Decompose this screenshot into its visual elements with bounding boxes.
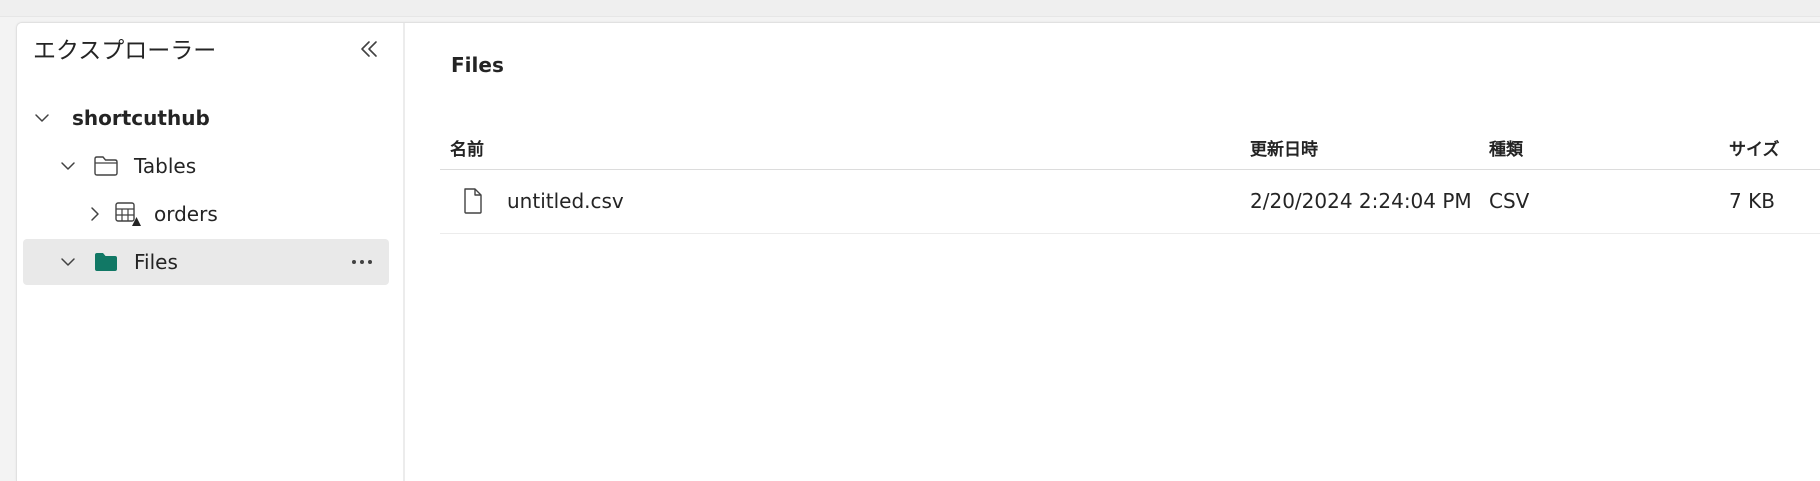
tree-item-label: shortcuthub <box>72 106 210 130</box>
column-header-size[interactable]: サイズ <box>1729 135 1780 160</box>
file-type: CSV <box>1489 189 1530 213</box>
file-size: 7 KB <box>1729 189 1775 213</box>
top-bar <box>0 0 1820 17</box>
tree-item-shortcuthub[interactable]: shortcuthub <box>23 95 389 141</box>
collapse-pane-button[interactable] <box>355 35 383 63</box>
chevron-right-icon[interactable] <box>84 203 106 225</box>
more-icon <box>352 260 372 264</box>
files-table: 名前 更新日時 種類 サイズ untitled.csv 2/20/2024 2:… <box>440 123 1820 234</box>
tree-item-label: Files <box>134 250 178 274</box>
tree-item-label: Tables <box>134 154 197 178</box>
explorer-title: エクスプローラー <box>33 38 217 64</box>
files-content: Files 名前 更新日時 種類 サイズ untitled.csv 2/20/2… <box>405 23 1820 481</box>
chevron-down-icon[interactable] <box>57 155 79 177</box>
file-name[interactable]: untitled.csv <box>507 189 624 213</box>
folder-outline-icon <box>92 152 120 180</box>
double-chevron-left-icon <box>361 41 377 57</box>
more-options-button[interactable] <box>347 247 377 277</box>
tree-item-label: orders <box>154 202 218 226</box>
column-header-type[interactable]: 種類 <box>1489 135 1523 160</box>
file-icon <box>462 187 484 215</box>
column-header-name[interactable]: 名前 <box>450 135 484 160</box>
chevron-down-icon[interactable] <box>57 251 79 273</box>
tree-item-files[interactable]: Files <box>23 239 389 285</box>
tree-item-tables[interactable]: Tables <box>23 143 389 189</box>
page-title: Files <box>451 53 504 77</box>
chevron-down-icon[interactable] <box>31 107 53 129</box>
tree-item-orders[interactable]: orders <box>23 191 389 237</box>
file-modified: 2/20/2024 2:24:04 PM <box>1250 189 1472 213</box>
app-window: エクスプローラー shortcuthub Tables orders Files… <box>16 22 1820 481</box>
column-header-modified[interactable]: 更新日時 <box>1250 135 1318 160</box>
table-row[interactable]: untitled.csv 2/20/2024 2:24:04 PM CSV 7 … <box>440 170 1820 234</box>
explorer-pane: エクスプローラー shortcuthub Tables orders Files <box>17 23 405 481</box>
table-header: 名前 更新日時 種類 サイズ <box>440 123 1820 170</box>
table-shortcut-icon <box>113 200 141 228</box>
folder-filled-icon <box>92 248 120 276</box>
